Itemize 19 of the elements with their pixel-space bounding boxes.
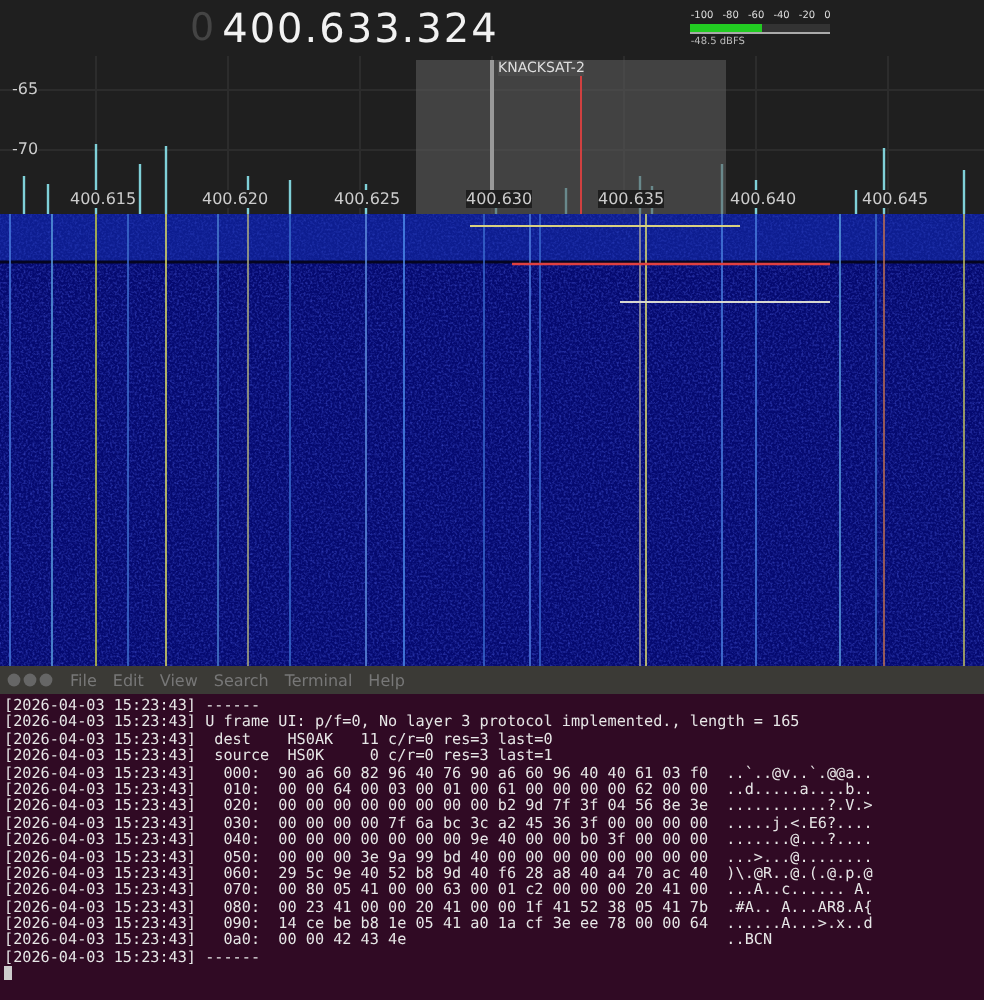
frequency-axis-label: 400.615: [70, 190, 137, 208]
menu-item[interactable]: Terminal: [284, 671, 353, 689]
menu-item[interactable]: Search: [213, 671, 269, 689]
frequency-axis-label: 400.625: [334, 190, 401, 208]
menu-item[interactable]: File: [70, 671, 97, 689]
frequency-axis-label: 400.645: [862, 190, 929, 208]
level-axis-label: -65: [12, 80, 39, 98]
menu-item[interactable]: View: [159, 671, 198, 689]
level-axis-label: -70: [12, 140, 39, 158]
channel-marker-line: [490, 60, 494, 192]
frequency-display[interactable]: 400.633.324: [222, 4, 499, 52]
frequency-axis-label: 400.630: [466, 190, 533, 208]
frequency-axis-label: 400.620: [202, 190, 269, 208]
menu-item[interactable]: Help: [368, 671, 405, 689]
frequency-axis-label: 400.635: [598, 190, 665, 208]
menu-item[interactable]: Edit: [112, 671, 144, 689]
frequency-axis-label: 400.640: [730, 190, 797, 208]
text-cursor: [4, 966, 12, 981]
window-controls-icon[interactable]: [6, 672, 54, 688]
